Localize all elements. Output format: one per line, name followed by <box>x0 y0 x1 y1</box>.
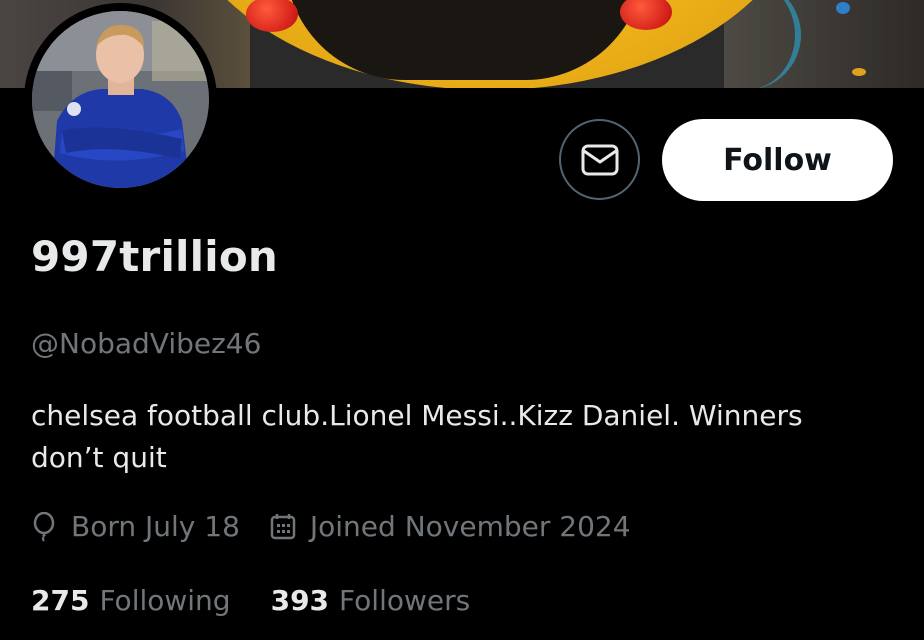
balloon-icon <box>33 511 55 542</box>
birthday-item: Born July 18 <box>31 510 240 543</box>
profile-avatar[interactable] <box>24 3 217 196</box>
followers-label: Followers <box>339 584 471 617</box>
following-label: Following <box>99 584 231 617</box>
birthday-text: Born July 18 <box>71 510 240 543</box>
display-name: 997trillion <box>31 232 279 281</box>
following-link[interactable]: 275 Following <box>31 584 231 617</box>
follow-button[interactable]: Follow <box>662 119 893 201</box>
profile-bio: chelsea football club.Lionel Messi..Kizz… <box>31 399 803 474</box>
user-handle: @NobadVibez46 <box>31 327 262 360</box>
profile-stats: 275 Following 393 Followers <box>31 584 470 617</box>
avatar-person-illustration <box>32 11 209 188</box>
envelope-icon <box>581 144 618 175</box>
banner-dot-yellow <box>852 68 866 76</box>
following-count: 275 <box>31 584 90 617</box>
avatar-photo <box>32 11 209 188</box>
banner-dot-blue <box>836 2 850 14</box>
message-button[interactable] <box>559 119 640 200</box>
joined-text: Joined November 2024 <box>309 510 631 543</box>
followers-count: 393 <box>270 584 330 617</box>
profile-meta: Born July 18 Joined November 2024 <box>31 510 631 543</box>
calendar-icon <box>270 513 296 539</box>
followers-link[interactable]: 393 Followers <box>271 584 471 617</box>
joined-item: Joined November 2024 <box>270 510 631 543</box>
